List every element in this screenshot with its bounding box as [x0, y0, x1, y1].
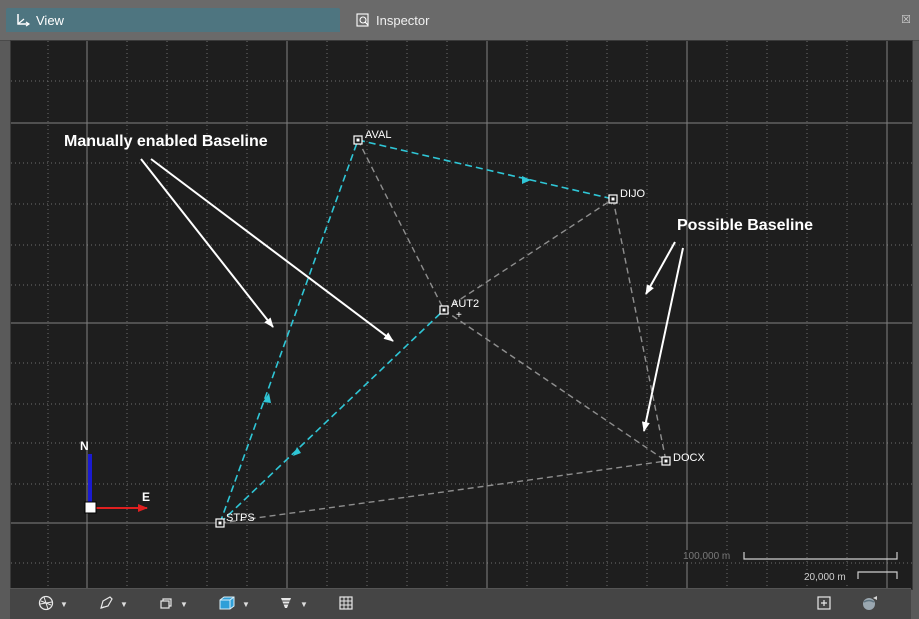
station-label: STPS: [226, 512, 255, 524]
zoom-extent-icon: [816, 595, 832, 614]
chevron-down-icon: ▼: [120, 599, 128, 609]
chevron-down-icon: ▼: [180, 599, 188, 609]
layers-dropdown[interactable]: ▼: [158, 595, 188, 613]
annotation-manual-baseline: Manually enabled Baseline: [64, 133, 268, 150]
north-east-indicator: N E: [80, 439, 150, 514]
axes-icon: [14, 11, 32, 29]
scale-bar-label-1: 100,000 m: [683, 551, 730, 562]
station-label: AUT2: [451, 298, 479, 310]
map-view-canvas[interactable]: AVAL DIJO AUT2 + DOCX STPS Manually enab…: [10, 40, 913, 590]
station-label: DOCX: [673, 452, 705, 464]
draw-dropdown[interactable]: ▼: [98, 595, 128, 613]
annotation-possible-baseline: Possible Baseline: [677, 217, 813, 234]
station-label: AVAL: [365, 129, 392, 141]
chevron-down-icon: ▼: [60, 599, 68, 609]
east-label: E: [142, 490, 150, 504]
satellite-icon: [861, 595, 879, 614]
layers-icon: [158, 595, 174, 614]
cursor-crosshair-icon: +: [456, 310, 462, 321]
tab-view-label: View: [36, 12, 64, 28]
map-svg: AVAL DIJO AUT2 + DOCX STPS Manually enab…: [11, 41, 912, 589]
inspector-icon: [354, 11, 372, 29]
station-dijo[interactable]: DIJO: [608, 188, 646, 204]
draw-icon: [98, 595, 114, 614]
scale-bar-label-2: 20,000 m: [804, 572, 846, 583]
cube-dropdown[interactable]: ▼: [218, 595, 250, 613]
tab-inspector-label: Inspector: [376, 12, 430, 28]
station-aval[interactable]: AVAL: [353, 129, 392, 145]
baseline-aut2-dijo[interactable]: [443, 198, 614, 311]
station-stps[interactable]: STPS: [215, 512, 255, 528]
annotation-arrow: [645, 241, 676, 295]
baseline-aval-dijo[interactable]: [357, 139, 614, 200]
annotation-arrow: [150, 158, 394, 342]
globe-dropdown[interactable]: ▼: [38, 595, 68, 613]
chevron-down-icon: ▼: [242, 599, 250, 609]
globe-icon: [38, 595, 54, 614]
filter-dropdown[interactable]: ▼: [278, 595, 308, 613]
zoom-extent-button[interactable]: [816, 595, 832, 613]
tab-bar: View Inspector ☒: [0, 0, 919, 41]
grid-icon: [338, 595, 354, 614]
scale-bar: 100,000 m 20,000 m: [681, 550, 898, 584]
satellite-button[interactable]: [861, 595, 879, 613]
station-docx[interactable]: DOCX: [661, 452, 705, 466]
view-toolbar: ▼ ▼ ▼ ▼ ▼: [10, 588, 911, 619]
baseline-aval-aut2[interactable]: [357, 139, 445, 311]
baseline-dijo-docx[interactable]: [612, 198, 667, 462]
baseline-stps-aut2[interactable]: [219, 309, 445, 524]
filter-icon: [278, 595, 294, 614]
station-aut2[interactable]: AUT2 +: [439, 298, 479, 321]
grid-toggle-button[interactable]: [338, 595, 354, 613]
baseline-stps-aval[interactable]: [219, 139, 359, 524]
chevron-down-icon: ▼: [300, 599, 308, 609]
station-label: DIJO: [620, 188, 646, 200]
tab-view[interactable]: View: [6, 8, 340, 32]
north-label: N: [80, 439, 89, 453]
cube-icon: [218, 595, 236, 614]
tab-inspector[interactable]: Inspector: [344, 8, 914, 32]
baseline-aut2-docx[interactable]: [443, 309, 667, 462]
close-icon[interactable]: ☒: [901, 13, 911, 26]
